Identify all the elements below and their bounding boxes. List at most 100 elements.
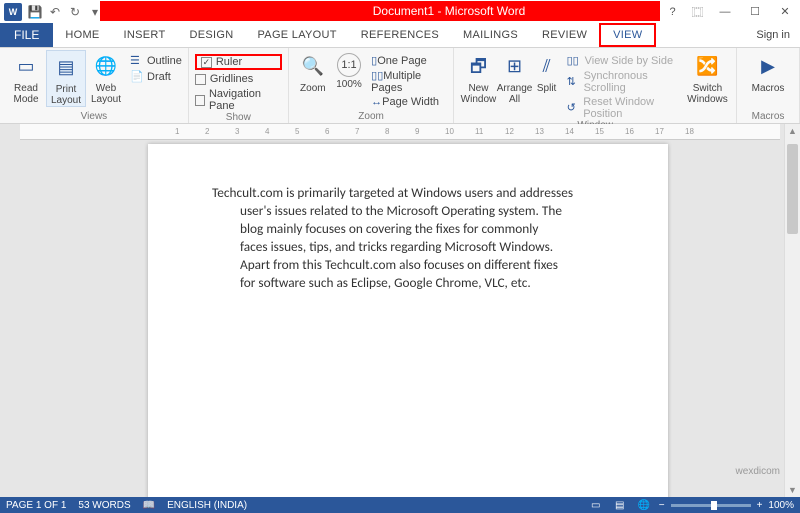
document-text[interactable]: Techcult.com is primarily targeted at Wi… [148,144,668,292]
word-icon: W [4,3,22,21]
sign-in-link[interactable]: Sign in [756,23,790,47]
page[interactable]: Techcult.com is primarily targeted at Wi… [148,144,668,497]
switch-windows-label: Switch Windows [685,83,730,105]
draft-button[interactable]: 📄Draft [130,70,182,84]
undo-icon[interactable]: ↶ [46,3,64,21]
web-layout-view-icon[interactable]: 🌐 [635,499,653,511]
tab-references[interactable]: REFERENCES [349,23,451,47]
group-macros: ▶ Macros Macros [737,48,800,123]
maximize-button[interactable]: ☐ [740,0,770,23]
read-mode-icon: ▭ [12,53,40,81]
tab-insert[interactable]: INSERT [112,23,178,47]
tab-file[interactable]: FILE [0,23,53,47]
draft-label: Draft [147,71,171,83]
print-layout-icon: ▤ [52,54,80,82]
zoom-slider[interactable] [671,504,751,507]
split-button[interactable]: ⫽ Split [533,50,561,94]
group-show: ✓ Ruler Gridlines Navigation Pane Show [189,48,289,123]
hundred-icon: 1:1 [337,53,361,77]
text-line: Apart from this Techcult.com also focuse… [212,256,604,274]
zoom-out-icon[interactable]: − [659,500,665,511]
split-label: Split [537,83,556,94]
tab-design[interactable]: DESIGN [178,23,246,47]
zoom-level[interactable]: 100% [768,500,794,511]
ruler-tick: 12 [505,127,514,136]
sync-icon: ⇅ [567,75,580,89]
gridlines-checkbox[interactable]: Gridlines [195,73,282,85]
read-mode-button[interactable]: ▭ Read Mode [6,50,46,107]
scroll-down-icon[interactable]: ▼ [785,483,800,497]
ribbon: ▭ Read Mode ▤ Print Layout 🌐 Web Layout … [0,48,800,124]
arrange-all-icon: ⊞ [501,53,529,81]
new-window-label: New Window [460,83,496,105]
hundred-label: 100% [336,79,362,90]
status-page[interactable]: PAGE 1 OF 1 [6,500,66,511]
page-width-label: Page Width [382,96,439,108]
tab-view[interactable]: VIEW [599,23,656,47]
macros-label: Macros [752,83,785,94]
ruler-tick: 6 [325,127,329,136]
status-language[interactable]: ENGLISH (INDIA) [167,500,247,511]
tab-page-layout[interactable]: PAGE LAYOUT [245,23,348,47]
ruler-tick: 14 [565,127,574,136]
text-line: for software such as Eclipse, Google Chr… [212,274,604,292]
group-label-show: Show [195,112,282,124]
new-window-button[interactable]: 🗗 New Window [460,50,496,105]
ruler-tick: 3 [235,127,239,136]
group-views: ▭ Read Mode ▤ Print Layout 🌐 Web Layout … [0,48,189,123]
hundred-percent-button[interactable]: 1:1 100% [331,50,367,90]
ruler-tick: 16 [625,127,634,136]
one-page-button[interactable]: ▯One Page [371,54,447,67]
status-words[interactable]: 53 WORDS [78,500,130,511]
web-layout-button[interactable]: 🌐 Web Layout [86,50,126,107]
ruler-tick: 11 [475,127,483,136]
ruler-tick: 18 [685,127,694,136]
redo-icon[interactable]: ↻ [66,3,84,21]
arrange-all-button[interactable]: ⊞ Arrange All [497,50,533,105]
scroll-thumb[interactable] [787,144,798,234]
close-button[interactable]: ✕ [770,0,800,23]
checkbox-checked-icon: ✓ [201,57,212,68]
zoom-button[interactable]: 🔍 Zoom [295,50,331,94]
checkbox-icon [195,95,205,106]
navpane-label: Navigation Pane [209,88,282,112]
zoom-label: Zoom [300,83,326,94]
draft-icon: 📄 [130,70,144,84]
ruler-label: Ruler [216,56,242,68]
macros-button[interactable]: ▶ Macros [743,50,793,94]
help-button[interactable]: ? [660,0,685,23]
proofing-icon[interactable]: 📖 [143,500,155,511]
multiple-pages-button[interactable]: ▯▯Multiple Pages [371,69,447,94]
status-bar: PAGE 1 OF 1 53 WORDS 📖 ENGLISH (INDIA) ▭… [0,497,800,513]
scroll-up-icon[interactable]: ▲ [785,124,800,138]
horizontal-ruler[interactable]: 1 2 3 4 5 6 7 8 9 10 11 12 13 14 15 16 1… [20,124,780,140]
ruler-checkbox[interactable]: ✓ Ruler [195,54,282,70]
new-window-icon: 🗗 [464,53,492,81]
switch-windows-button[interactable]: 🔀 Switch Windows [685,50,730,105]
ribbon-display-icon[interactable]: ⿴ [685,0,710,23]
tab-mailings[interactable]: MAILINGS [451,23,530,47]
vertical-scrollbar[interactable]: ▲ ▼ [784,124,800,497]
outline-button[interactable]: ☰Outline [130,54,182,68]
print-layout-button[interactable]: ▤ Print Layout [46,50,86,107]
ruler-tick: 4 [265,127,269,136]
tab-home[interactable]: HOME [53,23,111,47]
save-icon[interactable]: 💾 [26,3,44,21]
ruler-tick: 2 [205,127,209,136]
zoom-in-icon[interactable]: + [757,500,763,511]
web-layout-icon: 🌐 [92,53,120,81]
side-by-side-label: View Side by Side [585,55,673,67]
group-label-zoom: Zoom [295,111,448,123]
minimize-button[interactable]: — [710,0,740,23]
title-bar: W 💾 ↶ ↻ ▾ Document1 - Microsoft Word ? ⿴… [0,0,800,23]
page-width-icon: ↔ [371,96,382,108]
print-layout-view-icon[interactable]: ▤ [611,499,629,511]
page-width-button[interactable]: ↔Page Width [371,96,447,108]
ruler-tick: 10 [445,127,454,136]
zoom-slider-thumb[interactable] [711,501,717,510]
switch-windows-icon: 🔀 [693,53,721,81]
group-label-macros: Macros [743,111,793,123]
read-mode-view-icon[interactable]: ▭ [587,499,605,511]
navigation-pane-checkbox[interactable]: Navigation Pane [195,88,282,112]
tab-review[interactable]: REVIEW [530,23,599,47]
